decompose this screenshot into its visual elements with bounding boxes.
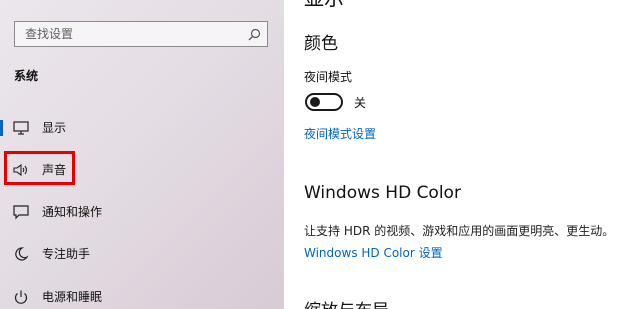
sidebar-item-label: 电源和睡眠 [42,290,103,304]
sidebar-item-label: 专注助手 [42,247,91,261]
sidebar-item-label: 显示 [42,121,67,135]
sidebar-item-focus-assist[interactable]: 专注助手 [0,234,284,274]
hd-color-description: 让支持 HDR 的视频、游戏和应用的画面更明亮、更生动。 [304,224,615,238]
toggle-knob [310,97,320,107]
search-icon[interactable] [248,28,261,41]
sidebar-item-power-sleep[interactable]: 电源和睡眠 [0,277,284,309]
moon-icon [15,247,29,261]
page-title: 显示 [304,0,344,11]
active-indicator [0,120,3,136]
scale-layout-heading: 缩放与布局 [304,296,389,309]
settings-content: 显示 颜色 夜间模式 关 夜间模式设置 Windows HD Color 让支持… [284,0,620,309]
night-light-settings-link[interactable]: 夜间模式设置 [304,125,376,142]
sound-highlight-box [4,151,75,185]
night-light-label: 夜间模式 [304,70,353,84]
power-icon [14,290,28,304]
hd-color-heading: Windows HD Color [304,183,461,203]
notification-icon [13,205,29,220]
section-title: 系统 [14,69,39,83]
night-light-toggle[interactable] [305,93,343,111]
monitor-icon [13,121,29,135]
settings-sidebar: 查找设置 系统 显示 声音 通知和操作 专注助手 电源和睡眠 [0,0,284,309]
night-light-state: 关 [354,96,367,110]
sidebar-item-notifications[interactable]: 通知和操作 [0,192,284,232]
search-box[interactable]: 查找设置 [14,21,268,47]
color-heading: 颜色 [304,34,338,54]
hd-color-settings-link[interactable]: Windows HD Color 设置 [304,244,443,261]
search-input[interactable]: 查找设置 [25,22,73,47]
sidebar-item-display[interactable]: 显示 [0,108,284,148]
sidebar-item-label: 通知和操作 [42,205,103,219]
